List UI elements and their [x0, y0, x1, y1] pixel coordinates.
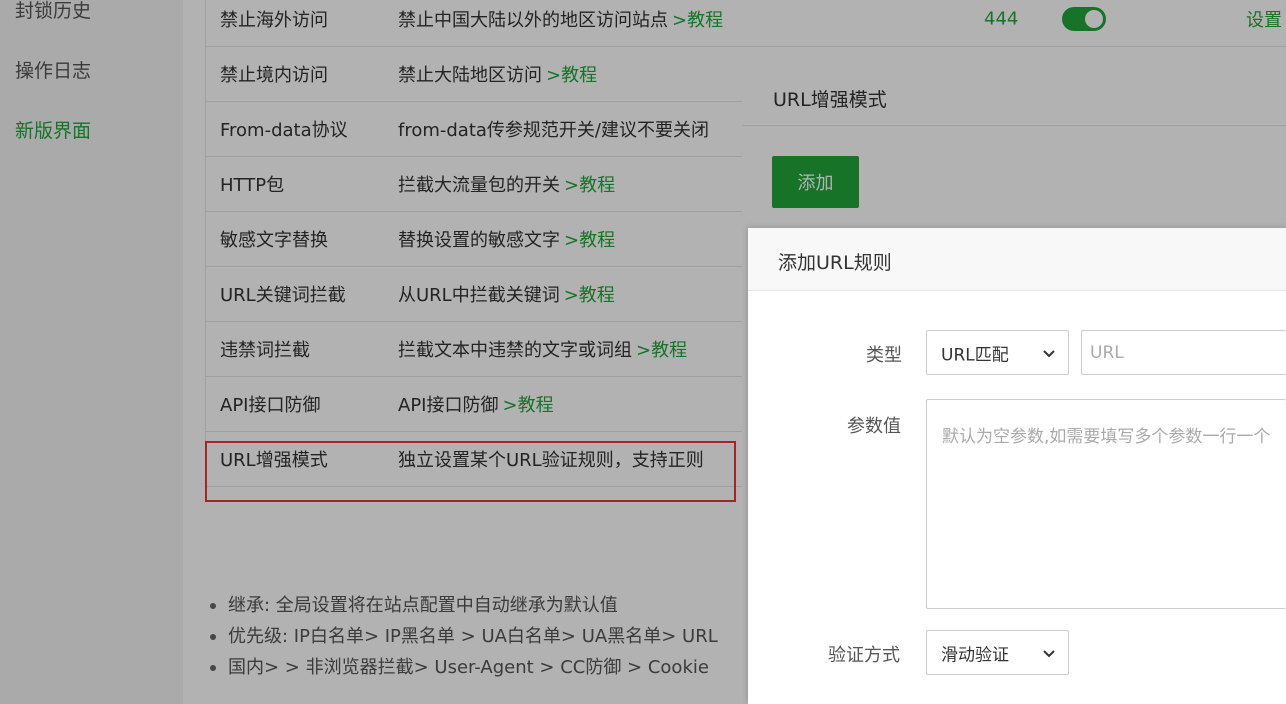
- add-url-rule-modal: 添加URL规则 类型 URL匹配 URL 参数值 默认为空参数,如需要填写多个参…: [748, 228, 1286, 704]
- chevron-down-icon: [1043, 349, 1055, 357]
- type-label: 类型: [866, 345, 902, 366]
- type-select[interactable]: URL匹配: [926, 330, 1069, 375]
- verify-select-value: 滑动验证: [941, 645, 1009, 665]
- type-select-value: URL匹配: [941, 345, 1009, 365]
- url-input[interactable]: URL: [1081, 330, 1286, 375]
- verify-label: 验证方式: [828, 645, 900, 666]
- param-label: 参数值: [847, 416, 901, 437]
- param-textarea[interactable]: 默认为空参数,如需要填写多个参数一行一个: [926, 399, 1286, 609]
- chevron-down-icon: [1043, 649, 1055, 657]
- verify-select[interactable]: 滑动验证: [926, 630, 1069, 675]
- url-placeholder: URL: [1090, 342, 1124, 363]
- param-placeholder: 默认为空参数,如需要填写多个参数一行一个: [942, 427, 1271, 447]
- modal-title: 添加URL规则: [778, 252, 892, 274]
- modal-header: 添加URL规则: [748, 228, 1286, 291]
